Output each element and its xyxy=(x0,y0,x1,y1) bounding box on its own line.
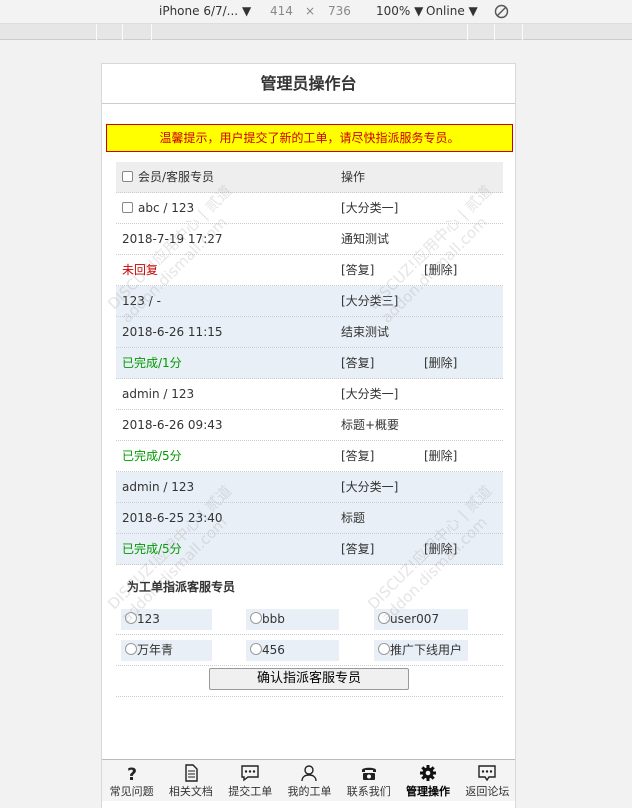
phone-icon xyxy=(361,767,376,780)
delete-link[interactable]: [删除] xyxy=(424,348,457,378)
ticket-users: 123 / - xyxy=(122,294,161,308)
staff-options: 123 bbb user007 万年青 456 推广下线用户 xyxy=(116,604,503,666)
rotate-icon[interactable] xyxy=(494,4,509,22)
ticket-status: 已完成/5分 xyxy=(122,449,182,463)
chat-bubble-icon xyxy=(241,765,259,782)
nav-item-submit[interactable]: 提交工单 xyxy=(221,760,280,801)
ticket-title-link[interactable]: 标题+概要 xyxy=(341,410,399,440)
delete-link[interactable]: [删除] xyxy=(424,441,457,471)
option-row: 123 bbb user007 xyxy=(116,604,503,635)
times-sign: × xyxy=(305,4,316,18)
radio-button[interactable] xyxy=(378,643,390,655)
width-input[interactable]: 414 xyxy=(270,4,293,18)
table-row: 2018-7-19 17:27 通知测试 xyxy=(116,224,503,255)
ticket-title-link[interactable]: 通知测试 xyxy=(341,224,389,254)
confirm-assign-button[interactable]: 确认指派客服专员 xyxy=(209,668,409,690)
page-title: 管理员操作台 xyxy=(102,64,515,104)
nav-item-forum[interactable]: 返回论坛 xyxy=(458,760,515,801)
radio-button[interactable] xyxy=(125,643,137,655)
user-icon xyxy=(301,765,318,782)
ticket-time: 2018-6-26 11:15 xyxy=(122,325,223,339)
ticket-status: 未回复 xyxy=(122,263,159,277)
delete-link[interactable]: [删除] xyxy=(424,534,457,564)
table-row: admin / 123 [大分类一] xyxy=(116,379,503,410)
staff-option[interactable]: 万年青 xyxy=(121,640,212,661)
ticket-time: 2018-7-19 17:27 xyxy=(122,232,223,246)
nav-item-mytickets[interactable]: 我的工单 xyxy=(280,760,339,801)
reply-link[interactable]: [答复] xyxy=(341,534,374,564)
select-all-checkbox[interactable] xyxy=(122,171,133,182)
ticket-category: [大分类一] xyxy=(341,201,399,215)
delete-link[interactable]: [删除] xyxy=(424,255,457,285)
ticket-time: 2018-6-25 23:40 xyxy=(122,511,223,525)
notice-banner: 温馨提示，用户提交了新的工单，请尽快指派服务专员。 xyxy=(106,124,513,152)
assign-title: 为工单指派客服专员 xyxy=(127,580,236,594)
forum-bubble-icon xyxy=(478,765,497,782)
table-header: 会员/客服专员 操作 xyxy=(116,162,503,193)
ticket-title-link[interactable]: 标题 xyxy=(341,503,365,533)
table-row: 已完成/5分 [答复] [删除] xyxy=(116,534,503,565)
header-user: 会员/客服专员 xyxy=(138,170,215,184)
table-row: 2018-6-26 11:15 结束测试 xyxy=(116,317,503,348)
ticket-category: [大分类三] xyxy=(341,294,399,308)
table-row: 2018-6-26 09:43 标题+概要 xyxy=(116,410,503,441)
ticket-status: 已完成/1分 xyxy=(122,356,182,370)
staff-option[interactable]: 推广下线用户 xyxy=(374,640,468,661)
option-row: 万年青 456 推广下线用户 xyxy=(116,635,503,666)
table-row: abc / 123 [大分类一] xyxy=(116,193,503,224)
height-input[interactable]: 736 xyxy=(328,4,351,18)
ticket-table: 会员/客服专员 操作 abc / 123 [大分类一] 2018-7-19 17… xyxy=(116,162,503,565)
ticket-users: abc / 123 xyxy=(138,201,195,215)
reply-link[interactable]: [答复] xyxy=(341,255,374,285)
nav-item-contact[interactable]: 联系我们 xyxy=(339,760,398,801)
devtools-toolbar: iPhone 6/7/... ▼ 414 × 736 100% ▼ Online… xyxy=(0,0,632,24)
ticket-users: admin / 123 xyxy=(122,480,195,494)
table-row: 2018-6-25 23:40 标题 xyxy=(116,503,503,534)
ticket-time: 2018-6-26 09:43 xyxy=(122,418,223,432)
radio-button[interactable] xyxy=(250,643,262,655)
ticket-status: 已完成/5分 xyxy=(122,542,182,556)
table-row: 未回复 [答复] [删除] xyxy=(116,255,503,286)
staff-option[interactable]: bbb xyxy=(246,609,339,630)
media-query-ruler xyxy=(0,24,632,40)
device-select[interactable]: iPhone 6/7/... ▼ xyxy=(159,4,251,18)
svg-text:?: ? xyxy=(127,765,137,782)
staff-option[interactable]: 123 xyxy=(121,609,212,630)
ticket-category: [大分类一] xyxy=(341,387,399,401)
reply-link[interactable]: [答复] xyxy=(341,348,374,378)
ticket-title-link[interactable]: 结束测试 xyxy=(341,317,389,347)
table-row: 123 / - [大分类三] xyxy=(116,286,503,317)
table-row: 已完成/5分 [答复] [删除] xyxy=(116,441,503,472)
table-row: 已完成/1分 [答复] [删除] xyxy=(116,348,503,379)
bottom-nav: ? 常见问题 相关文档 提交工单 我的工单 联系我们 管理操作 返回论坛 xyxy=(102,759,515,801)
nav-item-admin[interactable]: 管理操作 xyxy=(398,760,457,801)
ticket-users: admin / 123 xyxy=(122,387,195,401)
nav-item-faq[interactable]: ? 常见问题 xyxy=(102,760,161,801)
staff-option[interactable]: user007 xyxy=(374,609,468,630)
radio-button[interactable] xyxy=(378,612,390,624)
mobile-viewport: 管理员操作台 温馨提示，用户提交了新的工单，请尽快指派服务专员。 会员/客服专员… xyxy=(101,63,516,808)
reply-link[interactable]: [答复] xyxy=(341,441,374,471)
header-action: 操作 xyxy=(341,170,366,184)
document-icon xyxy=(185,764,198,782)
ticket-category: [大分类一] xyxy=(341,480,399,494)
radio-button[interactable] xyxy=(250,612,262,624)
question-icon: ? xyxy=(127,765,137,782)
ticket-checkbox[interactable] xyxy=(122,202,133,213)
staff-option[interactable]: 456 xyxy=(246,640,339,661)
network-select[interactable]: Online ▼ xyxy=(426,4,478,18)
radio-button[interactable] xyxy=(125,612,137,624)
divider xyxy=(116,696,503,697)
nav-item-docs[interactable]: 相关文档 xyxy=(161,760,220,801)
zoom-select[interactable]: 100% ▼ xyxy=(376,4,423,18)
gear-icon xyxy=(420,765,437,781)
table-row: admin / 123 [大分类一] xyxy=(116,472,503,503)
